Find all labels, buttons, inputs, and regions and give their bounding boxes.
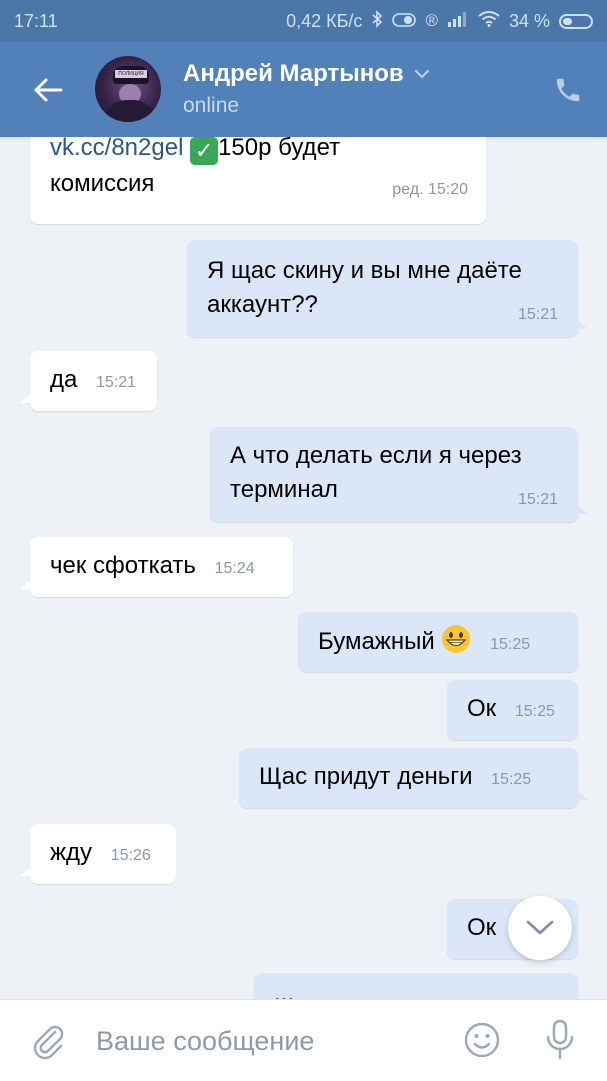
microphone-icon [546, 1019, 574, 1060]
message-time: 15:21 [96, 374, 137, 391]
message-bubble-incoming[interactable]: да 15:21 [20, 351, 157, 411]
message-text: Ок [467, 695, 497, 722]
arrow-left-icon [34, 78, 63, 102]
wifi-icon [478, 10, 500, 32]
message-composer: Ваше сообщение [0, 999, 607, 1081]
message-bubble-outgoing[interactable]: Я щас скину и вы мне даёте аккаунт?? 15:… [187, 240, 588, 337]
message-list[interactable]: vk.cc/8n2gel ✓ 150р будет комиссия ред. 1… [0, 137, 607, 999]
message-time: 15:26 [110, 847, 151, 864]
message-time: 15:25 [491, 771, 532, 788]
status-indicators: 0,42 КБ/с ® 34 % [286, 9, 593, 33]
status-bar: 17:11 0,42 КБ/с ® 34 % [0, 0, 607, 42]
message-text: Ок [467, 914, 497, 941]
message-bubble-outgoing[interactable]: А что делать если я через терминал 15:21 [210, 427, 588, 522]
avatar-badge: ПОЛИЦИЯ [115, 70, 147, 78]
bluetooth-icon [371, 9, 383, 33]
message-time: 15:24 [214, 560, 255, 577]
scroll-to-bottom-button[interactable] [508, 896, 572, 960]
contact-name: Андрей Мартынов [183, 60, 404, 87]
message-bubble-incoming[interactable]: чек сфоткать 15:24 [20, 537, 293, 597]
message-input[interactable]: Ваше сообщение [96, 1022, 436, 1060]
message-text: жду [50, 839, 93, 866]
message-text: ... [274, 980, 295, 999]
message-text: А что делать если я через [230, 442, 522, 469]
emoji-button[interactable] [462, 1020, 502, 1060]
message-time: 15:21 [517, 491, 558, 508]
message-bubble-outgoing[interactable]: Щас придут деньги 15:25 [239, 748, 588, 808]
message-bubble-outgoing[interactable]: ... [254, 973, 578, 999]
message-bubble-outgoing[interactable]: Ок 15:25 [447, 680, 578, 740]
message-line: терминал 15:21 [230, 473, 558, 508]
voice-record-button[interactable] [540, 1018, 580, 1062]
smile-icon [464, 1022, 500, 1058]
message-line: vk.cc/8n2gel ✓ 150р будет [50, 137, 468, 167]
message-text: терминал [230, 476, 338, 503]
check-mark-emoji-icon: ✓ [190, 137, 219, 165]
message-link[interactable]: vk.cc/8n2gel [50, 137, 183, 161]
phone-icon [556, 78, 580, 102]
message-bubble-incoming[interactable]: vk.cc/8n2gel ✓ 150р будет комиссия ред. 1… [30, 137, 486, 224]
network-speed: 0,42 КБ/с [286, 10, 363, 31]
message-time: ред. 15:20 [392, 181, 468, 198]
message-time: 15:25 [514, 703, 555, 720]
chevron-down-icon [526, 920, 554, 935]
message-text: Бумажный [318, 628, 435, 655]
chat-header: ПОЛИЦИЯ Андрей Мартынов online [0, 42, 607, 137]
status-time: 17:11 [14, 10, 58, 31]
call-button[interactable] [548, 70, 588, 110]
back-button[interactable] [24, 66, 72, 114]
message-text: комиссия [50, 170, 155, 197]
signal-icon [447, 11, 469, 32]
message-text: Щас придут деньги [259, 763, 473, 790]
message-line: аккаунт?? 15:21 [207, 288, 558, 323]
paperclip-icon [33, 1025, 64, 1060]
message-text: 150р будет [218, 137, 341, 161]
message-text: аккаунт?? [207, 291, 318, 318]
contact-name-button[interactable]: Андрей Мартынов [183, 60, 430, 88]
message-time: 15:25 [490, 636, 531, 653]
registered-icon: ® [425, 11, 438, 30]
attach-button[interactable] [28, 1020, 68, 1060]
battery-icon [559, 13, 593, 29]
grinning-face-emoji-icon [442, 625, 471, 653]
message-text: да [50, 366, 78, 393]
avatar[interactable]: ПОЛИЦИЯ [95, 56, 161, 122]
battery-percent: 34 % [508, 10, 550, 31]
message-bubble-outgoing[interactable]: Бумажный 15:25 [298, 612, 578, 672]
avatar-body [103, 100, 157, 122]
message-text: чек сфоткать [50, 552, 196, 579]
contact-status: online [183, 94, 240, 117]
chevron-down-icon [414, 69, 429, 79]
message-bubble-incoming[interactable]: жду 15:26 [20, 824, 176, 884]
message-time: 15:21 [517, 306, 558, 323]
toggle-icon [392, 11, 417, 32]
message-text: Я щас скину и вы мне даёте [207, 257, 522, 284]
message-line: комиссия ред. 15:20 [50, 167, 468, 203]
